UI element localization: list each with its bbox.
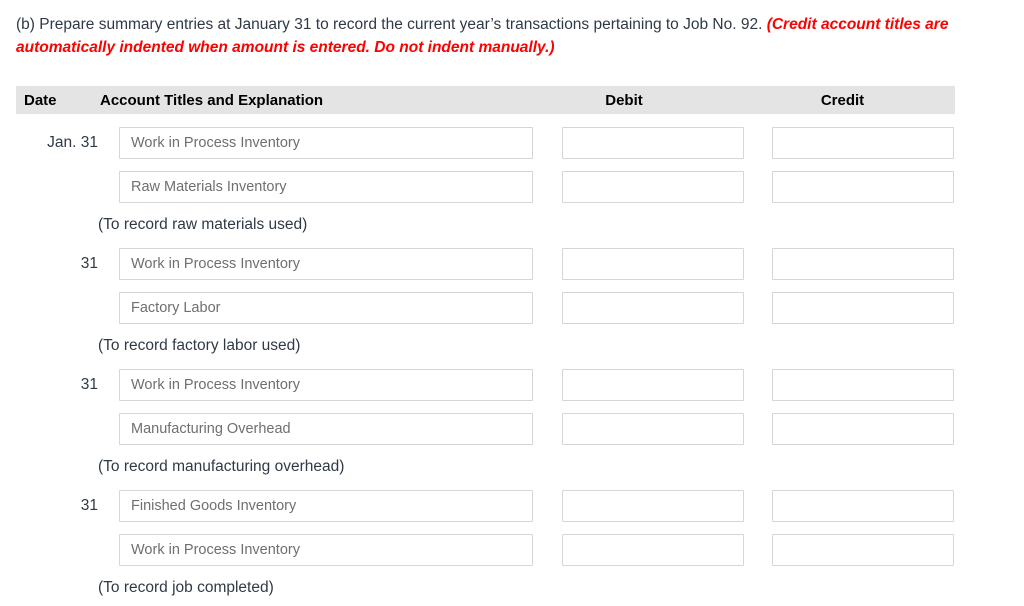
debit-amount-input[interactable] <box>562 490 744 522</box>
entry-explanation: (To record raw materials used) <box>98 216 308 233</box>
debit-amount-input[interactable] <box>562 292 744 324</box>
table-row: Work in Process Inventory <box>16 534 955 566</box>
table-row: Manufacturing Overhead <box>16 413 955 445</box>
account-title-input[interactable]: Work in Process Inventory <box>119 127 533 159</box>
debit-amount-input[interactable] <box>562 171 744 203</box>
account-title-input[interactable]: Work in Process Inventory <box>119 248 533 280</box>
credit-amount-input[interactable] <box>772 248 954 280</box>
column-header-credit: Credit <box>820 91 865 109</box>
account-title-input[interactable]: Work in Process Inventory <box>119 369 533 401</box>
debit-amount-input[interactable] <box>562 248 744 280</box>
column-header-account: Account Titles and Explanation <box>100 91 324 109</box>
instruction-paragraph: (b) Prepare summary entries at January 3… <box>16 13 1000 59</box>
credit-amount-input[interactable] <box>772 534 954 566</box>
journal-entry-table: Date Account Titles and Explanation Debi… <box>16 86 955 599</box>
table-row: 31 Work in Process Inventory <box>16 248 955 280</box>
credit-amount-input[interactable] <box>772 292 954 324</box>
entry-date: Jan. 31 <box>47 134 98 151</box>
credit-amount-input[interactable] <box>772 413 954 445</box>
table-row: 31 Work in Process Inventory <box>16 369 955 401</box>
credit-amount-input[interactable] <box>772 490 954 522</box>
account-title-input[interactable]: Work in Process Inventory <box>119 534 533 566</box>
table-row: Factory Labor <box>16 292 955 324</box>
entry-explanation: (To record job completed) <box>98 579 274 596</box>
account-title-input[interactable]: Manufacturing Overhead <box>119 413 533 445</box>
table-row: 31 Finished Goods Inventory <box>16 490 955 522</box>
instruction-main-text: (b) Prepare summary entries at January 3… <box>16 16 763 33</box>
debit-amount-input[interactable] <box>562 413 744 445</box>
account-title-input[interactable]: Raw Materials Inventory <box>119 171 533 203</box>
entry-date: 31 <box>80 497 98 514</box>
debit-amount-input[interactable] <box>562 369 744 401</box>
debit-amount-input[interactable] <box>562 127 744 159</box>
credit-amount-input[interactable] <box>772 127 954 159</box>
credit-amount-input[interactable] <box>772 369 954 401</box>
account-title-input[interactable]: Factory Labor <box>119 292 533 324</box>
entry-explanation: (To record factory labor used) <box>98 337 301 354</box>
credit-amount-input[interactable] <box>772 171 954 203</box>
table-header-row: Date Account Titles and Explanation Debi… <box>16 86 955 114</box>
table-row: Raw Materials Inventory <box>16 171 955 203</box>
debit-amount-input[interactable] <box>562 534 744 566</box>
journal-entry-group: 31 Work in Process Inventory Factory Lab… <box>16 248 955 357</box>
entry-date: 31 <box>80 376 98 393</box>
journal-entry-group: Jan. 31 Work in Process Inventory Raw Ma… <box>16 127 955 236</box>
column-header-debit: Debit <box>605 91 643 109</box>
journal-entry-group: 31 Work in Process Inventory Manufacturi… <box>16 369 955 478</box>
entry-date: 31 <box>80 255 98 272</box>
table-row: Jan. 31 Work in Process Inventory <box>16 127 955 159</box>
column-header-date: Date <box>24 91 57 109</box>
account-title-input[interactable]: Finished Goods Inventory <box>119 490 533 522</box>
journal-entry-group: 31 Finished Goods Inventory Work in Proc… <box>16 490 955 599</box>
entry-explanation: (To record manufacturing overhead) <box>98 458 345 475</box>
